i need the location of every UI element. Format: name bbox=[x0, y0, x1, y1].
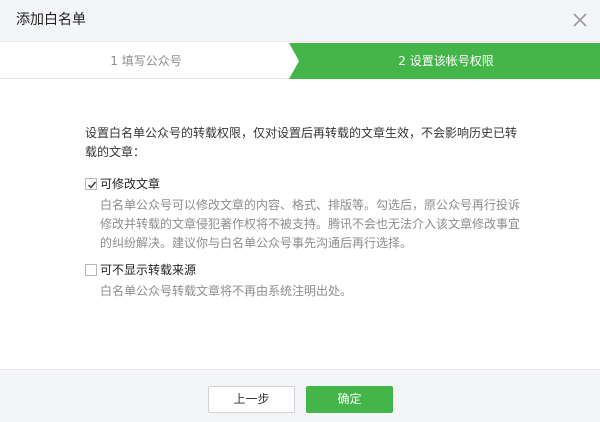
step-fill-account: 1 填写公众号 bbox=[110, 54, 182, 68]
dialog-header: 添加白名单 bbox=[0, 0, 600, 42]
option-hide-source: 可不显示转载来源 白名单公众号转载文章将不再由系统注明出处。 bbox=[85, 261, 525, 301]
step-set-permissions: 2 设置该帐号权限 bbox=[398, 54, 494, 68]
hide-source-checkbox[interactable] bbox=[85, 264, 97, 276]
hide-source-label[interactable]: 可不显示转载来源 bbox=[100, 261, 196, 280]
step-progress: 1 填写公众号 2 设置该帐号权限 bbox=[0, 43, 600, 79]
previous-step-button[interactable]: 上一步 bbox=[208, 386, 295, 413]
add-whitelist-dialog: 添加白名单 1 填写公众号 2 设置该帐号权限 设置白名单公众号的转载权限，仅对… bbox=[0, 0, 600, 422]
allow-edit-description: 白名单公众号可以修改文章的内容、格式、排版等。勾选后，原公众号再行投诉修改并转载… bbox=[100, 198, 521, 250]
close-icon[interactable] bbox=[570, 10, 590, 30]
option-allow-edit: 可修改文章 白名单公众号可以修改文章的内容、格式、排版等。勾选后，原公众号再行投… bbox=[85, 175, 525, 253]
allow-edit-checkbox[interactable] bbox=[85, 178, 97, 190]
confirm-button[interactable]: 确定 bbox=[306, 386, 393, 413]
dialog-title: 添加白名单 bbox=[16, 12, 86, 28]
hide-source-description: 白名单公众号转载文章将不再由系统注明出处。 bbox=[100, 284, 353, 298]
dialog-footer: 上一步 确定 bbox=[0, 369, 600, 422]
allow-edit-label[interactable]: 可修改文章 bbox=[100, 175, 160, 194]
intro-text: 设置白名单公众号的转载权限，仅对设置后再转载的文章生效，不会影响历史已转载的文章… bbox=[85, 126, 518, 159]
checkmark-icon bbox=[88, 181, 97, 189]
intro-section: 设置白名单公众号的转载权限，仅对设置后再转载的文章生效，不会影响历史已转载的文章… bbox=[85, 124, 525, 162]
